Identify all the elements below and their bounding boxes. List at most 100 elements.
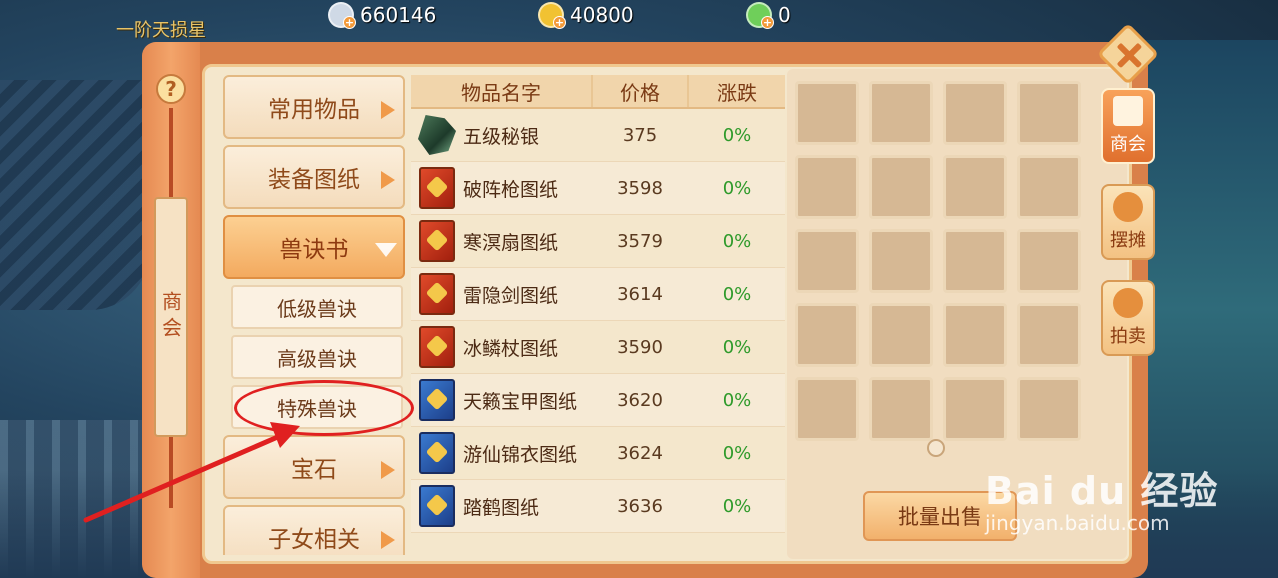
table-row[interactable]: 游仙锦衣图纸 3624 0% [411, 427, 785, 480]
category-label: 常用物品 [268, 97, 360, 123]
table-row[interactable]: 天籁宝甲图纸 3620 0% [411, 374, 785, 427]
category-beast-books[interactable]: 兽诀书 [223, 215, 405, 279]
currency-jade[interactable]: + 0 [746, 2, 791, 29]
gold-amount: 40800 [570, 3, 634, 27]
add-icon[interactable]: + [343, 16, 356, 29]
item-price: 3579 [617, 230, 663, 252]
item-name: 破阵枪图纸 [463, 178, 559, 201]
item-name: 雷隐剑图纸 [463, 284, 559, 307]
header-name: 物品名字 [461, 80, 541, 105]
item-name: 五级秘银 [463, 125, 540, 148]
silver-amount: 660146 [360, 3, 437, 27]
item-change: 0% [722, 442, 752, 464]
sell-slot[interactable] [1017, 303, 1081, 367]
header-price: 价格 [591, 75, 689, 107]
tab-label: 摆摊 [1110, 230, 1146, 251]
item-change: 0% [722, 389, 752, 411]
subcategory-high-beast[interactable]: 高级兽诀 [231, 335, 403, 379]
item-change: 0% [722, 124, 752, 146]
subcategory-low-beast[interactable]: 低级兽诀 [231, 285, 403, 329]
sell-slot[interactable] [795, 377, 859, 441]
tab-label: 拍卖 [1110, 326, 1146, 347]
currency-gold[interactable]: + 40800 [538, 2, 634, 29]
sell-slot[interactable] [869, 377, 933, 441]
coins-icon [1113, 192, 1143, 222]
gold-coin-icon: + [538, 2, 566, 29]
add-icon[interactable]: + [553, 16, 566, 29]
help-button[interactable]: ? [156, 74, 186, 104]
item-price: 3598 [617, 177, 663, 199]
category-equipment-drawings[interactable]: 装备图纸 [223, 145, 405, 209]
item-price: 3624 [617, 442, 663, 464]
category-common[interactable]: 常用物品 [223, 75, 405, 139]
item-table: 物品名字 价格 涨跌 五级秘银 375 0% 破阵枪图纸 3598 0% 寒溟扇… [411, 75, 785, 559]
sell-slot[interactable] [943, 155, 1007, 219]
chamber-icon [1113, 96, 1143, 126]
sell-slot[interactable] [943, 377, 1007, 441]
sell-slot[interactable] [1017, 81, 1081, 145]
arrow-down-icon [375, 243, 397, 257]
tab-label: 商会 [1110, 134, 1146, 155]
sell-slot[interactable] [1017, 377, 1081, 441]
item-price: 3590 [617, 336, 663, 358]
blue-book-icon [419, 379, 455, 421]
arrow-right-icon [381, 461, 395, 479]
background-roof [0, 80, 150, 310]
header-change: 涨跌 [717, 80, 757, 105]
red-book-icon [419, 167, 455, 209]
tab-chamber-right[interactable]: 商会 [1101, 88, 1155, 164]
coin-stack-icon [1113, 288, 1143, 318]
sell-slot[interactable] [943, 229, 1007, 293]
table-row[interactable]: 踏鹤图纸 3636 0% [411, 480, 785, 533]
sell-slot[interactable] [795, 81, 859, 145]
sell-slot[interactable] [795, 155, 859, 219]
tab-stall[interactable]: 摆摊 [1101, 184, 1155, 260]
category-label: 兽诀书 [279, 237, 349, 263]
silver-coin-icon: + [328, 2, 356, 29]
sell-slot[interactable] [869, 155, 933, 219]
item-name: 冰鳞杖图纸 [463, 337, 559, 360]
currency-silver[interactable]: + 660146 [328, 2, 437, 29]
sell-slot[interactable] [869, 81, 933, 145]
item-name: 游仙锦衣图纸 [463, 443, 578, 466]
category-label: 装备图纸 [268, 167, 360, 193]
tab-auction[interactable]: 拍卖 [1101, 280, 1155, 356]
red-book-icon [419, 273, 455, 315]
sell-slot[interactable] [943, 81, 1007, 145]
player-title: 一阶天损星 [116, 20, 206, 41]
sell-slot[interactable] [1017, 155, 1081, 219]
watermark-logo: Bai du 经验 [985, 469, 1219, 513]
close-icon[interactable] [1096, 22, 1160, 86]
sell-slot[interactable] [869, 229, 933, 293]
item-price: 3620 [617, 389, 663, 411]
table-row[interactable]: 冰鳞杖图纸 3590 0% [411, 321, 785, 374]
jade-coin-icon: + [746, 2, 774, 29]
item-change: 0% [722, 495, 752, 517]
page-indicator[interactable] [927, 439, 945, 457]
table-row[interactable]: 雷隐剑图纸 3614 0% [411, 268, 785, 321]
red-book-icon [419, 326, 455, 368]
item-change: 0% [722, 336, 752, 358]
table-row[interactable]: 破阵枪图纸 3598 0% [411, 162, 785, 215]
blue-book-icon [419, 485, 455, 527]
sell-slot[interactable] [869, 303, 933, 367]
red-book-icon [419, 220, 455, 262]
sell-slot[interactable] [795, 303, 859, 367]
arrow-right-icon [381, 171, 395, 189]
item-name: 寒溟扇图纸 [463, 231, 559, 254]
annotation-arrow [83, 422, 300, 523]
table-header: 物品名字 价格 涨跌 [411, 75, 785, 109]
item-price: 375 [622, 124, 658, 146]
tab-chamber-label: 商会 [158, 291, 183, 343]
sell-slot[interactable] [1017, 229, 1081, 293]
table-row[interactable]: 五级秘银 375 0% [411, 109, 785, 162]
sell-slot[interactable] [795, 229, 859, 293]
item-change: 0% [722, 230, 752, 252]
item-change: 0% [722, 177, 752, 199]
sell-slot[interactable] [943, 303, 1007, 367]
table-row[interactable]: 寒溟扇图纸 3579 0% [411, 215, 785, 268]
item-price: 3636 [617, 495, 663, 517]
item-price: 3614 [617, 283, 663, 305]
jade-amount: 0 [778, 3, 791, 27]
add-icon[interactable]: + [761, 16, 774, 29]
